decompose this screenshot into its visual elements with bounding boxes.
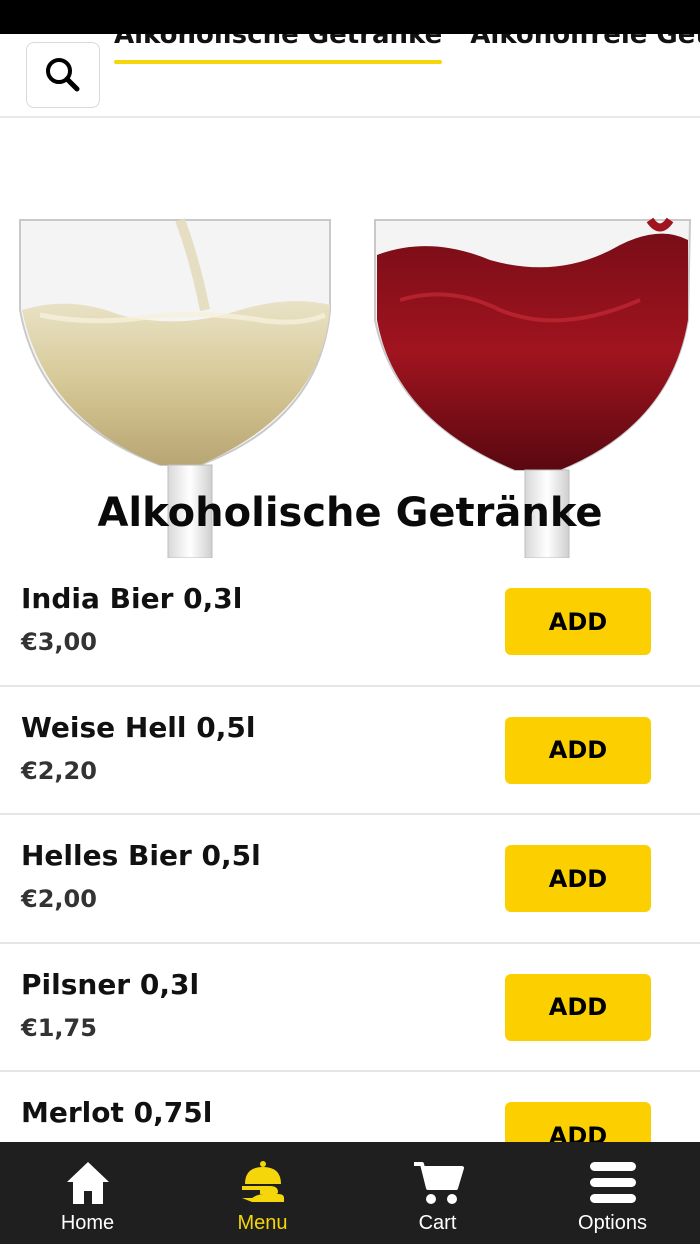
nav-home[interactable]: Home [0, 1142, 175, 1244]
bottom-navigation: Home Menu Cart Options [0, 1142, 700, 1244]
search-icon [46, 58, 80, 92]
add-button[interactable]: ADD [505, 588, 651, 655]
add-button[interactable]: ADD [505, 973, 651, 1041]
item-name: Helles Bier 0,5l [21, 839, 261, 872]
item-name: India Bier 0,3l [21, 582, 243, 615]
tab-alkoholische-getraenke[interactable]: Alkoholische Getränke [114, 34, 443, 64]
home-icon [61, 1156, 115, 1210]
nav-options[interactable]: Options [525, 1142, 700, 1244]
menu-item: Helles Bier 0,5l €2,00 ADD [0, 815, 700, 944]
nav-menu-label: Menu [237, 1212, 288, 1234]
category-title: Alkoholische Getränke [97, 490, 603, 536]
menu-item: India Bier 0,3l €3,00 ADD [0, 558, 700, 687]
add-button[interactable]: ADD [505, 716, 651, 784]
add-button[interactable]: ADD [505, 845, 651, 912]
tab-alkoholfreie-getraenke[interactable]: Alkoholfreie Getränke [470, 34, 700, 60]
nav-cart[interactable]: Cart [350, 1142, 525, 1244]
nav-options-label: Options [578, 1212, 647, 1234]
item-price: €1,75 [21, 1013, 97, 1042]
nav-cart-label: Cart [418, 1212, 457, 1234]
item-price: €2,00 [21, 885, 97, 913]
item-name: Merlot 0,75l [21, 1096, 213, 1129]
status-bar [0, 0, 700, 34]
nav-menu[interactable]: Menu [175, 1142, 350, 1244]
food-tray-icon [236, 1156, 290, 1210]
item-name: Pilsner 0,3l [21, 967, 200, 1001]
menu-item: Pilsner 0,3l €1,75 ADD [0, 944, 700, 1072]
category-tabs: Alkoholische Getränke Alkoholfreie Geträ… [114, 34, 700, 64]
menu-item: Weise Hell 0,5l €2,20 ADD [0, 687, 700, 815]
menu-item: Merlot 0,75l ADD [0, 1072, 700, 1142]
item-price: €3,00 [21, 628, 97, 656]
search-button[interactable] [26, 42, 100, 108]
menu-icon [586, 1156, 640, 1210]
menu-list: India Bier 0,3l €3,00 ADD Weise Hell 0,5… [0, 558, 700, 1142]
cart-icon [411, 1156, 465, 1210]
category-header: Alkoholische Getränke Alkoholfreie Geträ… [0, 34, 700, 118]
item-name: Weise Hell 0,5l [21, 710, 256, 744]
nav-home-label: Home [60, 1212, 115, 1234]
category-hero: Alkoholische Getränke [0, 120, 700, 558]
item-price: €2,20 [21, 756, 97, 785]
add-button[interactable]: ADD [505, 1102, 651, 1142]
